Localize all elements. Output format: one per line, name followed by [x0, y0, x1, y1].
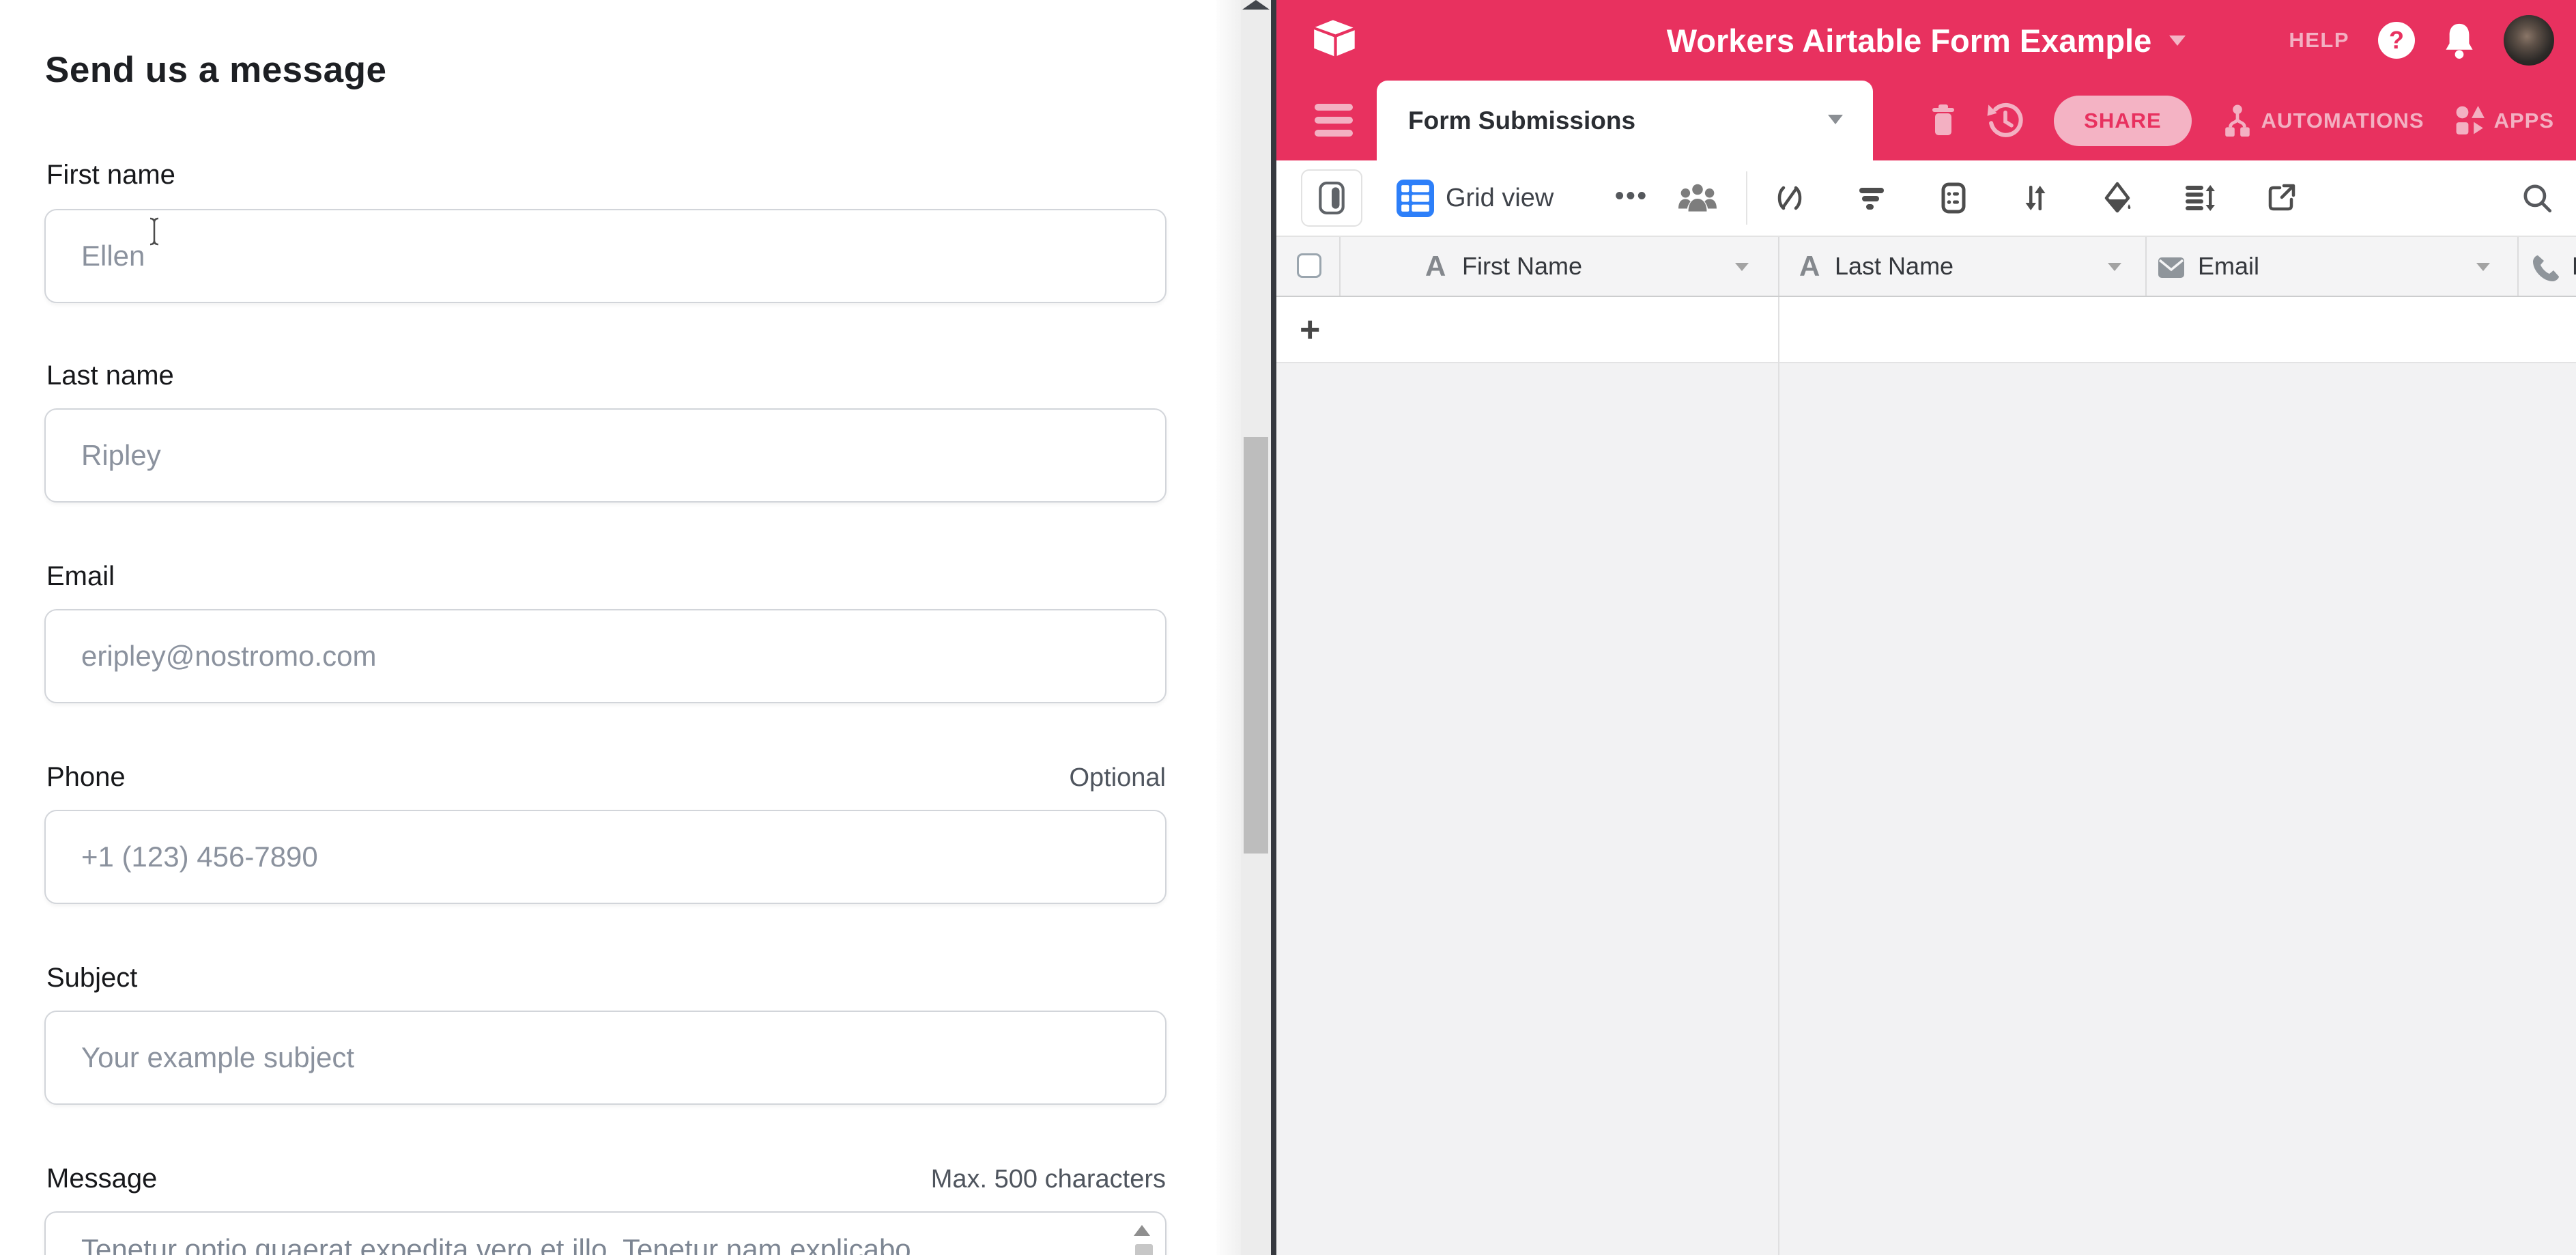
subject-label: Subject [46, 963, 137, 993]
column-caret-down-icon[interactable] [2476, 263, 2490, 271]
airtable-window: Workers Airtable Form Example HELP ? For… [1276, 0, 2576, 1255]
airtable-topbar: Workers Airtable Form Example HELP ? [1276, 0, 2576, 81]
history-icon[interactable] [1987, 102, 2024, 139]
hamburger-menu-icon[interactable] [1315, 104, 1353, 137]
trash-icon[interactable] [1930, 104, 1957, 138]
toolbar-divider [1746, 171, 1747, 225]
title-caret-down-icon [2169, 36, 2186, 46]
window-divider [1271, 0, 1276, 1255]
help-button[interactable]: HELP [2289, 28, 2349, 53]
left-window-scrollbar[interactable] [1241, 0, 1271, 1255]
grid-empty-area [1276, 365, 2576, 1255]
column-header-email[interactable]: Email [2198, 237, 2259, 296]
add-record-row[interactable]: + [1276, 297, 2576, 363]
select-all-checkbox[interactable] [1297, 253, 1321, 278]
search-icon[interactable] [2520, 181, 2554, 215]
text-field-type-icon: A [1425, 237, 1446, 296]
base-title: Workers Airtable Form Example [1667, 22, 2151, 59]
textarea-scrollbar-thumb[interactable] [1135, 1244, 1153, 1255]
last-name-input[interactable] [44, 408, 1167, 503]
phone-optional-hint: Optional [1069, 763, 1166, 793]
view-name-label[interactable]: Grid view [1446, 160, 1554, 236]
form-window: Send us a message First name Last name E… [0, 0, 1216, 1255]
message-max-hint: Max. 500 characters [931, 1165, 1166, 1194]
sort-icon[interactable] [2019, 182, 2052, 214]
message-label: Message [46, 1164, 157, 1194]
user-avatar[interactable] [2504, 15, 2554, 66]
phone-label: Phone [46, 762, 126, 793]
group-icon[interactable] [1937, 182, 1970, 214]
row-height-icon[interactable] [2183, 182, 2216, 214]
help-circle-icon[interactable]: ? [2378, 22, 2415, 59]
add-record-plus-icon[interactable]: + [1300, 297, 1320, 362]
table-tab-form-submissions[interactable]: Form Submissions [1377, 81, 1873, 160]
table-tab-label: Form Submissions [1408, 81, 1635, 160]
view-options-ellipsis-button[interactable]: ••• [1615, 160, 1648, 231]
last-name-label: Last name [46, 361, 174, 391]
column-header-first-name[interactable]: First Name [1462, 237, 1582, 296]
hide-fields-icon[interactable] [1773, 182, 1806, 214]
view-sidebar-toggle-button[interactable] [1301, 169, 1362, 227]
filter-icon[interactable] [1855, 182, 1888, 214]
message-textarea[interactable]: Tenetur optio quaerat expedita vero et i… [44, 1211, 1167, 1255]
airtable-tabbar: Form Submissions SHARE [1276, 81, 2576, 160]
phone-input[interactable] [44, 810, 1167, 904]
column-caret-down-icon[interactable] [2108, 263, 2121, 271]
text-field-type-icon: A [1799, 237, 1820, 296]
message-text: Tenetur optio quaerat expedita vero et i… [81, 1233, 1090, 1255]
apps-icon [2455, 105, 2486, 137]
column-caret-down-icon[interactable] [1735, 263, 1749, 271]
grid-column-header-row: A First Name A Last Name Email Phone [1276, 236, 2576, 297]
grid-frozen-column-divider [1778, 297, 1779, 1255]
automations-button[interactable]: AUTOMATIONS [2222, 103, 2424, 139]
open-view-icon[interactable] [2265, 182, 2298, 214]
automations-icon [2222, 103, 2253, 139]
view-toolbar: Grid view ••• [1276, 160, 2576, 236]
column-header-last-name[interactable]: Last Name [1835, 237, 1954, 296]
first-name-input[interactable] [44, 209, 1167, 303]
subject-input[interactable] [44, 1011, 1167, 1105]
email-label: Email [46, 561, 115, 592]
textarea-scroll-up-icon[interactable] [1134, 1225, 1150, 1236]
share-button[interactable]: SHARE [2054, 96, 2192, 146]
table-caret-down-icon [1828, 115, 1843, 124]
page-gutter [1216, 0, 1241, 1255]
form-heading: Send us a message [45, 49, 386, 91]
first-name-label: First name [46, 160, 175, 191]
email-input[interactable] [44, 609, 1167, 703]
grid-view-icon[interactable] [1397, 180, 1434, 217]
collaborators-icon[interactable] [1678, 182, 1717, 215]
notifications-bell-icon[interactable] [2444, 22, 2475, 59]
color-icon[interactable] [2101, 182, 2134, 214]
column-header-phone[interactable]: Phone [2572, 237, 2576, 296]
scrollbar-top-arrow-icon[interactable] [1242, 0, 1270, 10]
ibeam-cursor-icon [149, 217, 160, 246]
panel-toggle-icon [1319, 182, 1345, 214]
left-window-scrollbar-thumb[interactable] [1244, 437, 1268, 854]
apps-button[interactable]: APPS [2455, 105, 2554, 137]
email-field-type-icon [2157, 257, 2186, 279]
phone-field-type-icon [2531, 253, 2561, 283]
